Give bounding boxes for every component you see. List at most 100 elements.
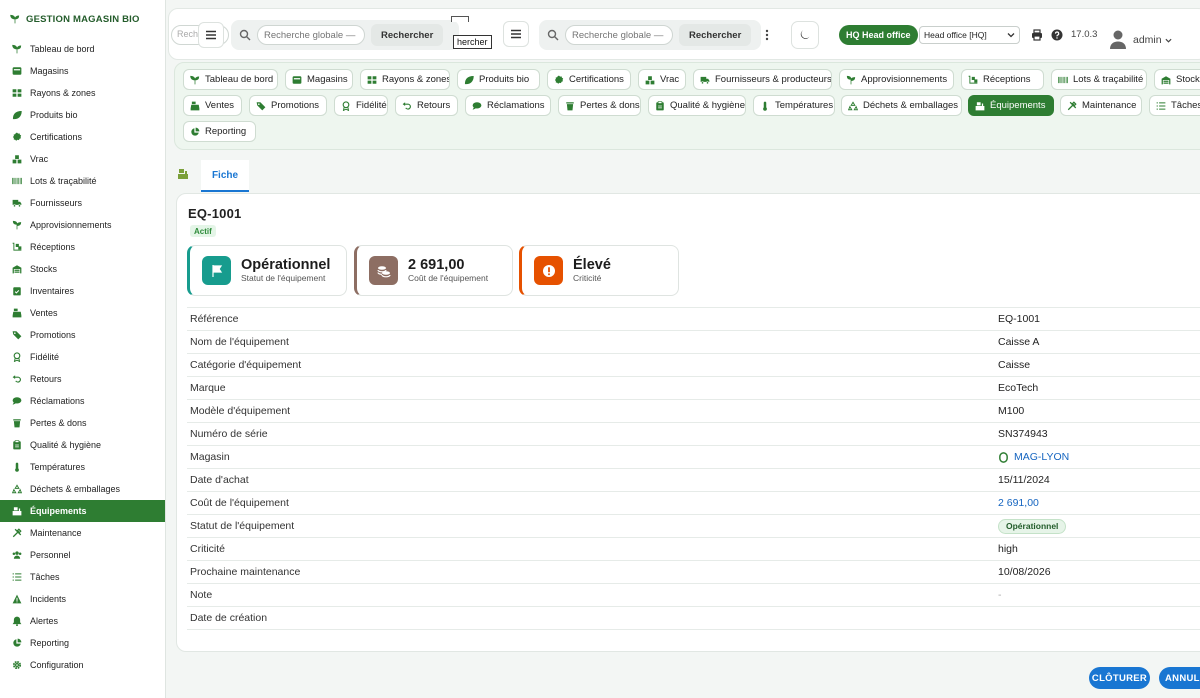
module-button-equipment[interactable]: Équipements — [968, 95, 1054, 116]
sidebar-item-undo[interactable]: Retours — [0, 368, 165, 390]
search-input[interactable] — [257, 25, 365, 45]
module-button-cash-register[interactable]: Ventes — [183, 95, 242, 116]
truck-icon — [700, 75, 710, 85]
help-icon[interactable] — [1051, 29, 1063, 41]
users-icon — [12, 550, 22, 560]
module-button-clipboard[interactable]: Qualité & hygiène — [648, 95, 746, 116]
sidebar-item-truck[interactable]: Fournisseurs — [0, 192, 165, 214]
search-button[interactable]: Rechercher — [371, 24, 444, 46]
record-title: EQ-1001 — [188, 206, 242, 221]
dolly-icon — [12, 242, 22, 252]
module-button-warehouse[interactable]: Stock — [1154, 69, 1200, 90]
module-button-bulk[interactable]: Vrac — [638, 69, 686, 90]
equipment-icon — [177, 168, 189, 180]
module-button-store[interactable]: Magasins — [285, 69, 353, 90]
sidebar-item-cash-register[interactable]: Ventes — [0, 302, 165, 324]
sidebar-item-clipboard[interactable]: Qualité & hygiène — [0, 434, 165, 456]
field-row: Prochaine maintenance 10/08/2026 — [187, 561, 1200, 584]
module-button-sprout[interactable]: Tableau de bord — [183, 69, 278, 90]
menu-toggle-button-2[interactable] — [503, 21, 529, 47]
kpi-label: Criticité — [573, 273, 602, 283]
certificate-icon — [12, 132, 22, 142]
module-button-undo[interactable]: Retours — [395, 95, 458, 116]
sidebar-item-label: Fidélité — [30, 352, 60, 362]
hq-badge[interactable]: HQ Head office — [839, 25, 918, 45]
sidebar-item-label: Équipements — [30, 506, 87, 516]
print-icon[interactable] — [1031, 29, 1043, 41]
module-button-thermometer[interactable]: Températures — [753, 95, 835, 116]
close-button[interactable]: CLÔTURER — [1089, 667, 1150, 689]
grid-icon — [12, 88, 22, 98]
sidebar-item-trash[interactable]: Pertes & dons — [0, 412, 165, 434]
field-value-text[interactable]: MAG-LYON — [1014, 451, 1069, 463]
module-button-recycle[interactable]: Déchets & emballages — [841, 95, 962, 116]
sidebar-item-recycle[interactable]: Déchets & emballages — [0, 478, 165, 500]
module-button-seedling[interactable]: Approvisionnements — [839, 69, 954, 90]
user-menu[interactable]: admin — [1133, 34, 1172, 46]
sidebar-item-seedling[interactable]: Approvisionnements — [0, 214, 165, 236]
tab-fiche[interactable]: Fiche — [201, 160, 249, 192]
module-button-chart-pie[interactable]: Reporting — [183, 121, 256, 142]
office-select[interactable]: Head office [HQ] — [919, 26, 1020, 44]
module-button-certificate[interactable]: Certifications — [547, 69, 631, 90]
theme-toggle-button[interactable] — [791, 21, 819, 49]
sidebar-item-grid[interactable]: Rayons & zones — [0, 82, 165, 104]
module-button-comment[interactable]: Réclamations — [465, 95, 551, 116]
module-button-tag[interactable]: Promotions — [249, 95, 327, 116]
sidebar-item-list[interactable]: Tâches — [0, 566, 165, 588]
module-button-list[interactable]: Tâches — [1149, 95, 1200, 116]
module-button-truck[interactable]: Fournisseurs & producteurs — [693, 69, 832, 90]
sidebar-item-chart-pie[interactable]: Reporting — [0, 632, 165, 654]
sidebar-item-award[interactable]: Fidélité — [0, 346, 165, 368]
search-button-2[interactable]: Rechercher — [679, 24, 752, 46]
menu-toggle-button[interactable] — [198, 22, 224, 48]
sidebar-item-tools[interactable]: Maintenance — [0, 522, 165, 544]
sidebar-item-dolly[interactable]: Réceptions — [0, 236, 165, 258]
tooltip: hercher — [453, 35, 492, 49]
field-value: EcoTech — [998, 382, 1200, 394]
module-button-label: Vrac — [660, 74, 680, 85]
module-button-tools[interactable]: Maintenance — [1060, 95, 1142, 116]
avatar-icon[interactable] — [1109, 29, 1127, 49]
user-name: admin — [1133, 34, 1162, 46]
sidebar-item-warehouse[interactable]: Stocks — [0, 258, 165, 280]
field-value[interactable]: MAG-LYON — [998, 451, 1200, 463]
sidebar-item-label: Ventes — [30, 308, 58, 318]
sidebar-item-leaf[interactable]: Produits bio — [0, 104, 165, 126]
sidebar-item-gear[interactable]: Configuration — [0, 654, 165, 676]
sidebar-item-store[interactable]: Magasins — [0, 60, 165, 82]
sidebar-item-certificate[interactable]: Certifications — [0, 126, 165, 148]
sidebar-item-sprout[interactable]: Tableau de bord — [0, 38, 165, 60]
sidebar-item-bulk[interactable]: Vrac — [0, 148, 165, 170]
sidebar-item-equipment[interactable]: Équipements — [0, 500, 165, 522]
sidebar-item-label: Maintenance — [30, 528, 82, 538]
sidebar-item-users[interactable]: Personnel — [0, 544, 165, 566]
module-button-award[interactable]: Fidélité — [334, 95, 388, 116]
field-label: Marque — [190, 382, 226, 394]
module-button-label: Reporting — [205, 126, 247, 137]
kpi-card-criticity: Élevé Criticité — [519, 245, 679, 296]
module-button-label: Stock — [1176, 74, 1200, 85]
module-button-dolly[interactable]: Réceptions — [961, 69, 1044, 90]
field-value: 10/08/2026 — [998, 566, 1200, 578]
search-input-2[interactable] — [565, 25, 673, 45]
module-button-grid[interactable]: Rayons & zones — [360, 69, 450, 90]
module-button-trash[interactable]: Pertes & dons — [558, 95, 641, 116]
cancel-button[interactable]: ANNULER — [1159, 667, 1200, 689]
sidebar-item-warning[interactable]: Incidents — [0, 588, 165, 610]
sidebar-item-thermometer[interactable]: Températures — [0, 456, 165, 478]
sidebar-item-clipboard-check[interactable]: Inventaires — [0, 280, 165, 302]
module-button-label: Tableau de bord — [205, 74, 274, 85]
brand[interactable]: GESTION MAGASIN BIO — [0, 0, 165, 38]
equipment-icon — [975, 101, 985, 111]
seedling-icon — [846, 75, 856, 85]
module-button-leaf[interactable]: Produits bio — [457, 69, 540, 90]
field-label: Catégorie d'équipement — [190, 359, 302, 371]
sidebar-item-bell[interactable]: Alertes — [0, 610, 165, 632]
sidebar-item-comment[interactable]: Réclamations — [0, 390, 165, 412]
sidebar-item-tag[interactable]: Promotions — [0, 324, 165, 346]
module-button-barcode[interactable]: Lots & traçabilité — [1051, 69, 1147, 90]
sidebar-item-barcode[interactable]: Lots & traçabilité — [0, 170, 165, 192]
clipboard-icon — [12, 440, 22, 450]
kebab-menu-icon[interactable] — [765, 29, 769, 41]
